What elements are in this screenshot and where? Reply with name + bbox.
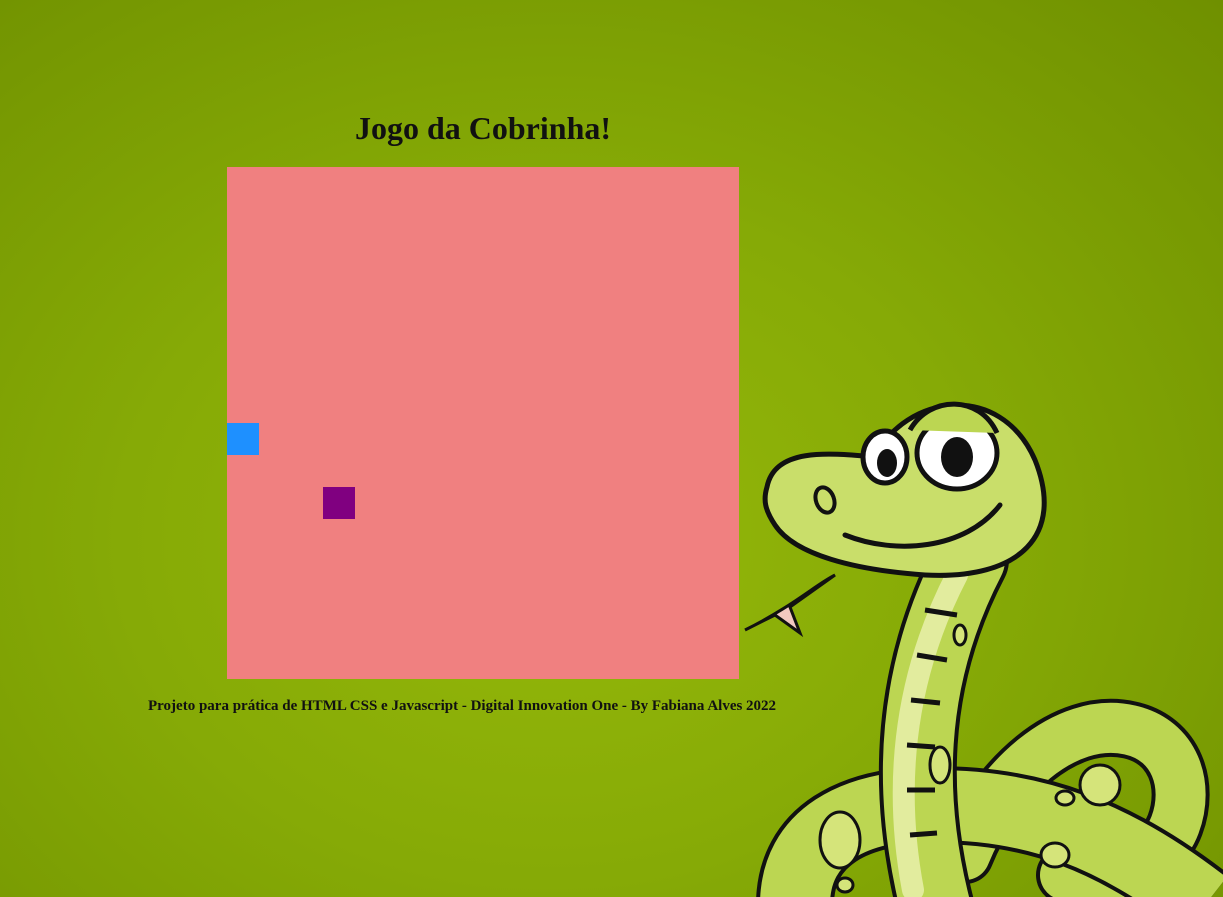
snake-mascot-icon	[744, 401, 1223, 897]
snake-head	[227, 423, 259, 455]
food-item	[323, 487, 355, 519]
game-board[interactable]	[227, 167, 739, 679]
footer-credits: Projeto para prática de HTML CSS e Javas…	[148, 698, 777, 714]
page-title: Jogo da Cobrinha!	[354, 110, 612, 146]
